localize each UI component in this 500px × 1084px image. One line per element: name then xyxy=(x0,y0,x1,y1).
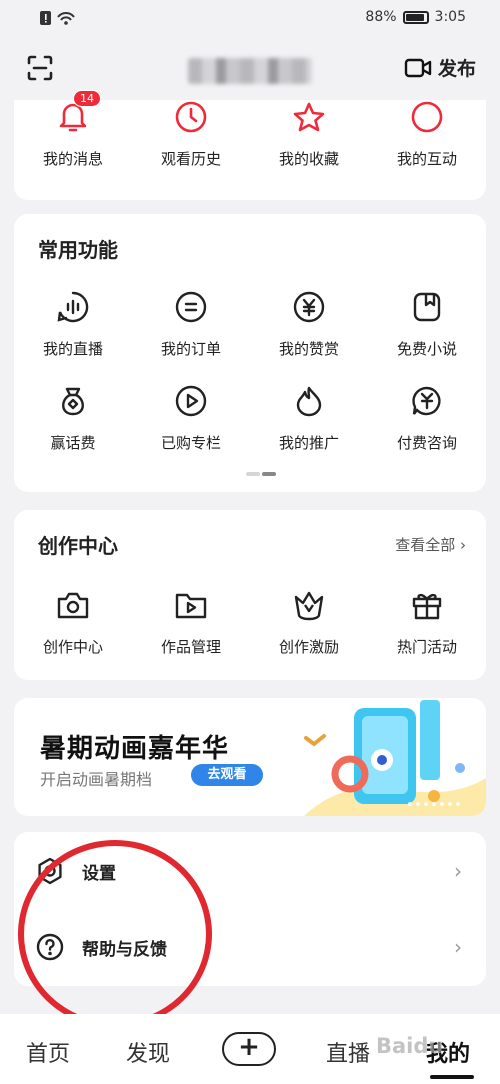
page-dot xyxy=(246,472,260,476)
publish-button[interactable]: 发布 xyxy=(404,54,476,81)
star-icon xyxy=(292,100,326,134)
create-plus-button[interactable]: + xyxy=(222,1032,276,1066)
bell-icon: 14 xyxy=(56,90,101,134)
crown-icon xyxy=(292,588,326,622)
clock-icon xyxy=(174,100,208,134)
creation-row: 创作中心 作品管理 创作激励 热门活动 xyxy=(14,588,486,657)
free-novels-item[interactable]: 免费小说 xyxy=(368,290,486,359)
my-messages-item[interactable]: 14 我的消息 xyxy=(14,90,132,169)
banner-title: 暑期动画嘉年华 xyxy=(40,734,230,764)
play-circle-icon xyxy=(174,384,208,418)
item-label: 我的互动 xyxy=(396,150,457,168)
tab-live[interactable]: 直播 xyxy=(326,1036,370,1068)
page-dot-active xyxy=(262,472,276,476)
flame-icon xyxy=(292,384,326,418)
item-label: 我的订单 xyxy=(160,340,221,358)
camera-icon xyxy=(56,588,90,622)
tab-discover[interactable]: 发现 xyxy=(126,1036,170,1068)
clock-time: 3:05 xyxy=(434,9,466,25)
item-label: 我的推广 xyxy=(278,434,339,452)
blurred-username xyxy=(188,58,312,84)
my-promotion-item[interactable]: 我的推广 xyxy=(250,384,368,453)
settings-icon xyxy=(36,857,64,885)
item-label: 已购专栏 xyxy=(160,434,221,452)
section-title: 常用功能 xyxy=(38,238,118,262)
item-label: 热门活动 xyxy=(396,638,457,656)
my-favorites-item[interactable]: 我的收藏 xyxy=(250,100,368,169)
item-label: 免费小说 xyxy=(396,340,457,358)
item-label: 我的赞赏 xyxy=(278,340,339,358)
money-bag-icon xyxy=(56,384,90,418)
gift-icon xyxy=(410,588,444,622)
my-rewards-item[interactable]: 我的赞赏 xyxy=(250,290,368,359)
item-label: 付费咨询 xyxy=(396,434,457,452)
item-label: 我的直播 xyxy=(42,340,103,358)
chevron-right-icon: › xyxy=(454,859,462,883)
yen-coin-icon xyxy=(292,290,326,324)
battery-percent: 88% xyxy=(365,9,397,25)
help-icon xyxy=(36,933,64,961)
view-all-link[interactable]: 查看全部 › xyxy=(395,534,466,555)
view-all-label: 查看全部 xyxy=(395,536,456,554)
watch-button[interactable]: 去观看 xyxy=(191,764,263,786)
my-orders-item[interactable]: 我的订单 xyxy=(132,290,250,359)
item-label: 我的消息 xyxy=(42,150,103,168)
help-feedback-label: 帮助与反馈 xyxy=(82,939,167,960)
banner-subtitle: 开启动画暑期档 xyxy=(40,770,153,789)
quick-access-card: 14 我的消息 观看历史 我的收藏 我的互动 xyxy=(14,90,486,200)
scan-icon[interactable] xyxy=(26,54,54,82)
hot-events-item[interactable]: 热门活动 xyxy=(368,588,486,657)
item-label: 创作激励 xyxy=(278,638,339,656)
book-icon xyxy=(410,290,444,324)
item-label: 作品管理 xyxy=(160,638,221,656)
home-indicator xyxy=(430,1075,474,1079)
my-interactions-item[interactable]: 我的互动 xyxy=(368,100,486,169)
chevron-right-icon: › xyxy=(455,536,466,554)
notification-icons xyxy=(40,10,84,30)
purchased-columns-item[interactable]: 已购专栏 xyxy=(132,384,250,453)
video-folder-icon xyxy=(174,588,208,622)
yen-chat-icon xyxy=(410,384,444,418)
status-bar: 88% 3:05 xyxy=(0,0,500,38)
message-count-badge: 14 xyxy=(73,90,101,107)
quick-access-row: 14 我的消息 观看历史 我的收藏 我的互动 xyxy=(14,90,486,169)
live-wave-icon xyxy=(56,290,90,324)
item-label: 观看历史 xyxy=(160,150,221,168)
common-row-1: 我的直播 我的订单 我的赞赏 免费小说 xyxy=(14,290,486,359)
win-phone-credit-item[interactable]: 赢话费 xyxy=(14,384,132,453)
watch-history-item[interactable]: 观看历史 xyxy=(132,100,250,169)
works-management-item[interactable]: 作品管理 xyxy=(132,588,250,657)
settings-card: 设置 › 帮助与反馈 › xyxy=(14,832,486,986)
common-row-2: 赢话费 已购专栏 我的推广 付费咨询 xyxy=(14,384,486,453)
creation-incentive-item[interactable]: 创作激励 xyxy=(250,588,368,657)
tab-home[interactable]: 首页 xyxy=(26,1036,70,1068)
settings-label: 设置 xyxy=(82,863,116,884)
battery-icon xyxy=(402,10,429,24)
creation-center-card: 创作中心 查看全部 › 创作中心 作品管理 创作激励 热门活动 xyxy=(14,510,486,680)
video-camera-icon xyxy=(404,58,432,77)
paid-consulting-item[interactable]: 付费咨询 xyxy=(368,384,486,453)
my-live-item[interactable]: 我的直播 xyxy=(14,290,132,359)
item-label: 创作中心 xyxy=(42,638,103,656)
item-label: 我的收藏 xyxy=(278,150,339,168)
help-feedback-item[interactable]: 帮助与反馈 › xyxy=(14,912,486,982)
settings-item[interactable]: 设置 › xyxy=(14,836,486,906)
banner-illustration xyxy=(304,700,486,816)
profile-header: 发布 xyxy=(0,38,500,100)
page-indicator xyxy=(246,472,276,476)
chevron-right-icon: › xyxy=(454,935,462,959)
creation-center-item[interactable]: 创作中心 xyxy=(14,588,132,657)
publish-label: 发布 xyxy=(437,58,476,80)
common-functions-card: 常用功能 我的直播 我的订单 我的赞赏 免费小说 赢话费 已购专栏 我的推广 付… xyxy=(14,214,486,492)
status-right: 88% 3:05 xyxy=(365,9,466,25)
section-title: 创作中心 xyxy=(38,534,118,558)
circle-icon xyxy=(410,100,444,134)
order-icon xyxy=(174,290,208,324)
promo-banner[interactable]: 暑期动画嘉年华 开启动画暑期档 去观看 xyxy=(14,698,486,816)
item-label: 赢话费 xyxy=(50,434,96,452)
watermark-logo: Baidu xyxy=(376,1034,444,1058)
